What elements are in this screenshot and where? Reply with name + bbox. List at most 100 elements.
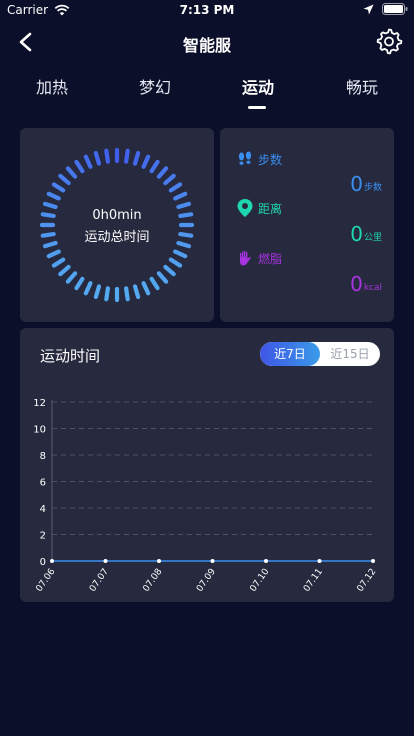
steps-label: 步数 (258, 152, 283, 167)
ring-tick (124, 148, 130, 164)
y-tick-label: 10 (33, 425, 46, 436)
footprints-icon (238, 151, 252, 165)
progress-ring (39, 147, 195, 303)
ring-tick (46, 191, 61, 201)
calories-header: 燃脂 (236, 249, 282, 267)
steps-unit: 步数 (363, 183, 382, 193)
sport-time-chart-card: 0 2 4 6 8 10 12 07.06 07.07 07.08 07.09 07.10 07.11 0… (20, 328, 394, 602)
chart-title: 运动时间 (40, 347, 101, 365)
ring-tick (74, 159, 85, 174)
ring-tick (124, 286, 130, 302)
ring-tick (132, 284, 141, 300)
distance-label: 距离 (258, 201, 283, 216)
total-time-card: 0h0min 运动总时间 (20, 128, 214, 322)
ring-tick (132, 150, 141, 166)
ring-tick (141, 154, 151, 169)
ring-tick (163, 173, 176, 186)
data-point (210, 559, 215, 563)
ring-tick (65, 166, 78, 179)
metrics-card: 步数 0 步数 距离 0 公里 燃脂 0 kcal (220, 128, 394, 322)
ring-tick (42, 201, 58, 210)
ring-tick (156, 271, 169, 284)
total-time-value: 0h0min (92, 208, 142, 223)
ring-tick (141, 281, 151, 296)
steps-value-group: 0 步数 (350, 174, 382, 194)
location-arrow-icon (363, 4, 374, 14)
status-right (363, 3, 408, 15)
x-tick-label: 07.11 (302, 567, 325, 594)
calories-unit: kcal (363, 283, 382, 293)
y-tick-label: 2 (40, 531, 46, 542)
distance-value: 0 (350, 222, 363, 246)
data-point (157, 559, 161, 563)
data-point (317, 559, 322, 563)
tab-heating[interactable]: 加热 (12, 74, 92, 98)
ring-tick (104, 148, 110, 164)
ring-tick (104, 286, 110, 302)
data-point (264, 559, 268, 563)
ring-tick (149, 159, 160, 174)
y-tick-label: 8 (40, 451, 46, 462)
sport-time-chart: 0 2 4 6 8 10 12 07.06 07.07 07.08 07.09 07.10 07.11 0… (33, 398, 378, 594)
y-tick-label: 4 (40, 504, 46, 515)
ring-tick (176, 201, 192, 210)
ring-tick (168, 182, 183, 193)
steps-header: 步数 (236, 150, 282, 168)
ring-tick (65, 271, 78, 284)
calories-value-group: 0 kcal (350, 274, 382, 294)
distance-header: 距离 (236, 198, 282, 218)
hand-icon (240, 250, 251, 266)
ring-tick (156, 166, 169, 179)
nav-bar: 智能服 (0, 22, 414, 62)
gear-icon (376, 28, 403, 55)
ring-tick (51, 182, 66, 193)
ring-tick (58, 264, 71, 277)
tab-active-indicator (248, 106, 266, 109)
ring-tick (58, 173, 71, 186)
location-pin-icon (237, 199, 253, 217)
tab-bar: 加热 梦幻 运动 畅玩 (0, 70, 414, 110)
data-point (50, 559, 54, 563)
tab-sport[interactable]: 运动 (218, 74, 298, 109)
ring-tick (168, 257, 183, 268)
ring-tick (163, 264, 176, 277)
ring-tick (46, 249, 61, 259)
x-tick-label: 07.09 (195, 567, 218, 594)
total-time-label: 运动总时间 (84, 230, 150, 245)
tab-sport-label: 运动 (241, 78, 274, 97)
ring-tick (83, 154, 93, 169)
range-7-days-button[interactable]: 近7日 (260, 342, 320, 366)
ring-tick (51, 257, 66, 268)
status-time: 7:13 PM (179, 3, 235, 17)
ring-tick (83, 281, 93, 296)
ring-tick (149, 276, 160, 291)
x-tick-label: 07.07 (88, 567, 111, 594)
page-title: 智能服 (182, 36, 231, 55)
ring-tick (74, 276, 85, 291)
y-tick-label: 0 (40, 557, 46, 568)
distance-value-group: 0 公里 (350, 224, 382, 244)
range-selector: 近7日 近15日 (260, 342, 380, 366)
x-tick-label: 07.10 (248, 567, 271, 594)
battery-icon (382, 3, 408, 15)
distance-unit: 公里 (363, 233, 382, 243)
tab-play[interactable]: 畅玩 (322, 74, 402, 98)
ring-tick (93, 284, 102, 300)
status-bar: Carrier 7:13 PM (0, 0, 414, 20)
steps-value: 0 (350, 172, 363, 196)
x-tick-label: 07.06 (34, 567, 57, 594)
calories-label: 燃脂 (258, 251, 283, 266)
y-tick-label: 12 (33, 398, 46, 409)
ring-tick (93, 150, 102, 166)
ring-tick (173, 249, 188, 259)
data-point (371, 559, 375, 563)
settings-button[interactable] (374, 26, 404, 56)
tab-dream[interactable]: 梦幻 (115, 74, 195, 98)
ring-tick (173, 191, 188, 201)
data-point (103, 559, 108, 563)
calories-value: 0 (350, 272, 363, 296)
range-15-days-button[interactable]: 近15日 (320, 342, 380, 366)
y-tick-label: 6 (40, 478, 46, 489)
x-tick-label: 07.12 (355, 567, 378, 594)
x-tick-label: 07.08 (141, 567, 164, 594)
